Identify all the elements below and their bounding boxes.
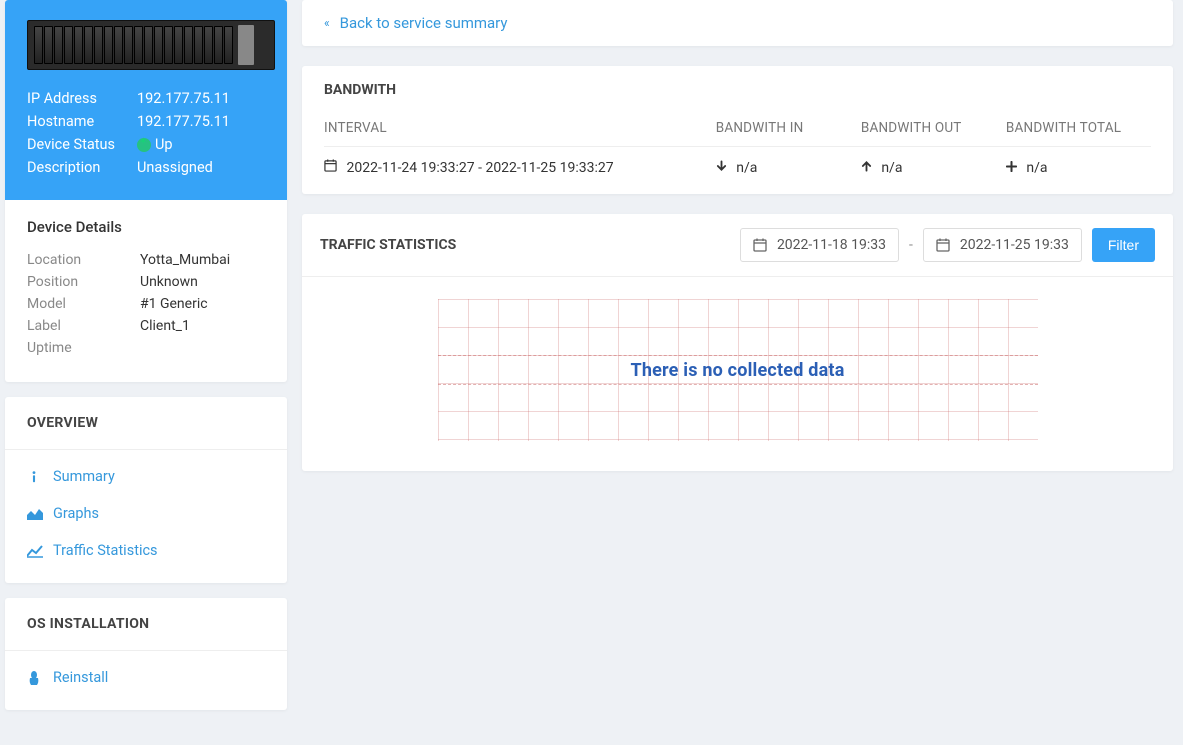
row-in: n/a (736, 160, 757, 176)
date-to-input[interactable]: 2022-11-25 19:33 (923, 228, 1082, 262)
location-label: Location (27, 252, 140, 268)
status-up-icon (137, 138, 151, 152)
label-label: Label (27, 318, 140, 334)
traffic-title: TRAFFIC STATISTICS (320, 237, 740, 253)
bandwidth-panel: BANDWITH INTERVAL BANDWITH IN BANDWITH O… (302, 66, 1173, 194)
bandwidth-table-head: INTERVAL BANDWITH IN BANDWITH OUT BANDWI… (324, 110, 1151, 147)
col-bandwidth-out: BANDWITH OUT (861, 120, 1006, 136)
calendar-icon (324, 160, 340, 176)
model-value: #1 Generic (140, 296, 208, 312)
arrow-up-icon (861, 160, 875, 176)
status-value: Up (137, 136, 265, 153)
nav-graphs[interactable]: Graphs (5, 495, 287, 532)
status-label: Device Status (27, 136, 137, 153)
col-interval: INTERVAL (324, 120, 716, 136)
nav-reinstall[interactable]: Reinstall (5, 659, 287, 696)
nav-reinstall-label: Reinstall (53, 669, 108, 686)
description-label: Description (27, 159, 137, 176)
position-label: Position (27, 274, 140, 290)
label-value: Client_1 (140, 318, 190, 334)
bandwidth-table-row: 2022-11-24 19:33:27 - 2022-11-25 19:33:2… (324, 147, 1151, 176)
date-from-value: 2022-11-18 19:33 (777, 237, 886, 253)
row-total: n/a (1026, 160, 1047, 176)
nav-graphs-label: Graphs (53, 505, 99, 522)
ip-label: IP Address (27, 90, 137, 107)
os-install-title: OS INSTALLATION (5, 598, 287, 651)
linux-icon (27, 670, 47, 686)
position-value: Unknown (140, 274, 198, 290)
overview-title: OVERVIEW (5, 397, 287, 450)
nav-summary-label: Summary (53, 468, 115, 485)
line-chart-icon (27, 544, 47, 558)
back-link[interactable]: « Back to service summary (324, 14, 508, 32)
traffic-chart-empty: There is no collected data (438, 299, 1038, 441)
col-bandwidth-total: BANDWITH TOTAL (1006, 120, 1151, 136)
no-data-text: There is no collected data (630, 360, 844, 381)
os-install-panel: OS INSTALLATION Reinstall (5, 598, 287, 710)
date-to-value: 2022-11-25 19:33 (960, 237, 1069, 253)
status-text: Up (155, 136, 173, 153)
calendar-icon (753, 238, 767, 252)
model-label: Model (27, 296, 140, 312)
plus-icon (1006, 160, 1020, 176)
location-value: Yotta_Mumbai (140, 252, 230, 268)
chevron-left-icon: « (324, 16, 330, 30)
device-card: IP Address 192.177.75.11 Hostname 192.17… (5, 0, 287, 382)
date-separator: - (909, 237, 913, 253)
filter-button[interactable]: Filter (1092, 228, 1155, 262)
device-details: Device Details Location Yotta_Mumbai Pos… (5, 200, 287, 382)
row-interval: 2022-11-24 19:33:27 - 2022-11-25 19:33:2… (346, 160, 613, 176)
back-link-label: Back to service summary (340, 14, 508, 32)
back-link-panel: « Back to service summary (302, 0, 1173, 46)
nav-traffic-label: Traffic Statistics (53, 542, 158, 559)
ip-value: 192.177.75.11 (137, 90, 265, 107)
traffic-panel: TRAFFIC STATISTICS 2022-11-18 19:33 - 20… (302, 214, 1173, 471)
info-icon (27, 470, 47, 484)
date-from-input[interactable]: 2022-11-18 19:33 (740, 228, 899, 262)
calendar-icon (936, 238, 950, 252)
uptime-label: Uptime (27, 340, 140, 356)
device-details-title: Device Details (27, 218, 265, 236)
overview-panel: OVERVIEW Summary Graphs (5, 397, 287, 583)
bandwidth-title: BANDWITH (302, 66, 1173, 110)
nav-traffic[interactable]: Traffic Statistics (5, 532, 287, 569)
col-bandwidth-in: BANDWITH IN (716, 120, 861, 136)
area-chart-icon (27, 507, 47, 521)
arrow-down-icon (716, 160, 730, 176)
hostname-value: 192.177.75.11 (137, 113, 265, 130)
device-header: IP Address 192.177.75.11 Hostname 192.17… (5, 0, 287, 200)
hostname-label: Hostname (27, 113, 137, 130)
row-out: n/a (881, 160, 902, 176)
description-value: Unassigned (137, 159, 265, 176)
nav-summary[interactable]: Summary (5, 458, 287, 495)
server-image (27, 20, 275, 70)
